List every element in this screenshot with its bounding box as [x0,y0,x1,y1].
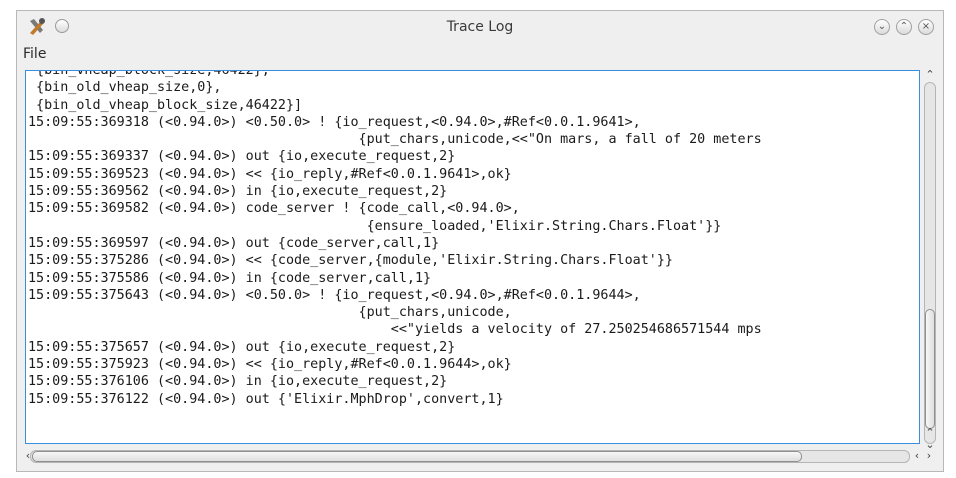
log-line: 15:09:55:369337 (<0.94.0>) out {io,execu… [28,149,456,165]
log-line: {ensure_loaded,'Elixir.String.Chars.Floa… [28,218,722,234]
log-line: 15:09:55:369523 (<0.94.0>) << {io_reply,… [28,166,512,182]
log-line: {bin_vheap_block_size,46422}, [28,70,270,78]
vertical-scrollbar[interactable]: ⌃ ⌃ ⌄ [921,68,941,454]
minimize-icon[interactable]: ⌄ [874,19,890,35]
log-line: 15:09:55:375586 (<0.94.0>) in {code_serv… [28,270,432,286]
log-line: {bin_old_vheap_block_size,46422}] [28,97,303,113]
menu-file[interactable]: File [23,46,46,62]
log-line: {bin_old_vheap_size,0}, [28,80,222,96]
scroll-right-arrow-icon[interactable]: › [922,449,936,462]
log-line: <<"yields a velocity of 27.2502546865715… [28,322,762,338]
maximize-icon[interactable]: ⌃ [896,19,912,35]
log-line: 15:09:55:376122 (<0.94.0>) out {'Elixir.… [28,391,504,407]
log-line: 15:09:55:375923 (<0.94.0>) << {io_reply,… [28,357,512,373]
log-line: 15:09:55:369562 (<0.94.0>) in {io,execut… [28,184,448,200]
log-line: 15:09:55:369582 (<0.94.0>) code_server !… [28,201,520,217]
title-bar[interactable]: Trace Log ⌄ ⌃ × [17,11,943,43]
log-line: 15:09:55:375286 (<0.94.0>) << {code_serv… [28,253,673,269]
trace-log-content: {bin_vheap_block_size,46422}, {bin_old_v… [28,70,762,408]
trace-log-text-area[interactable]: {bin_vheap_block_size,46422}, {bin_old_v… [25,70,920,444]
window-title: Trace Log [446,19,514,35]
close-icon[interactable]: × [918,19,934,35]
menu-bar: File [17,43,943,65]
trace-log-window: Trace Log ⌄ ⌃ × File {bin_vheap_block_si… [16,10,944,472]
log-line: 15:09:55:375657 (<0.94.0>) out {io,execu… [28,339,456,355]
log-line: {put_chars,unicode, [28,305,512,321]
log-line: 15:09:55:369597 (<0.94.0>) out {code_ser… [28,235,440,251]
log-line: 15:09:55:376106 (<0.94.0>) in {io,execut… [28,374,448,390]
vertical-scroll-thumb[interactable] [925,309,935,429]
log-line: 15:09:55:369318 (<0.94.0>) <0.50.0> ! {i… [28,114,641,130]
horizontal-scrollbar[interactable]: ‹ ‹ › [25,448,941,468]
log-line: 15:09:55:375643 (<0.94.0>) <0.50.0> ! {i… [28,287,641,303]
scroll-up-arrow-icon[interactable]: ⌃ [923,68,937,81]
horizontal-scroll-thumb[interactable] [32,451,802,462]
log-line: {put_chars,unicode,<<"On mars, a fall of… [28,132,762,148]
